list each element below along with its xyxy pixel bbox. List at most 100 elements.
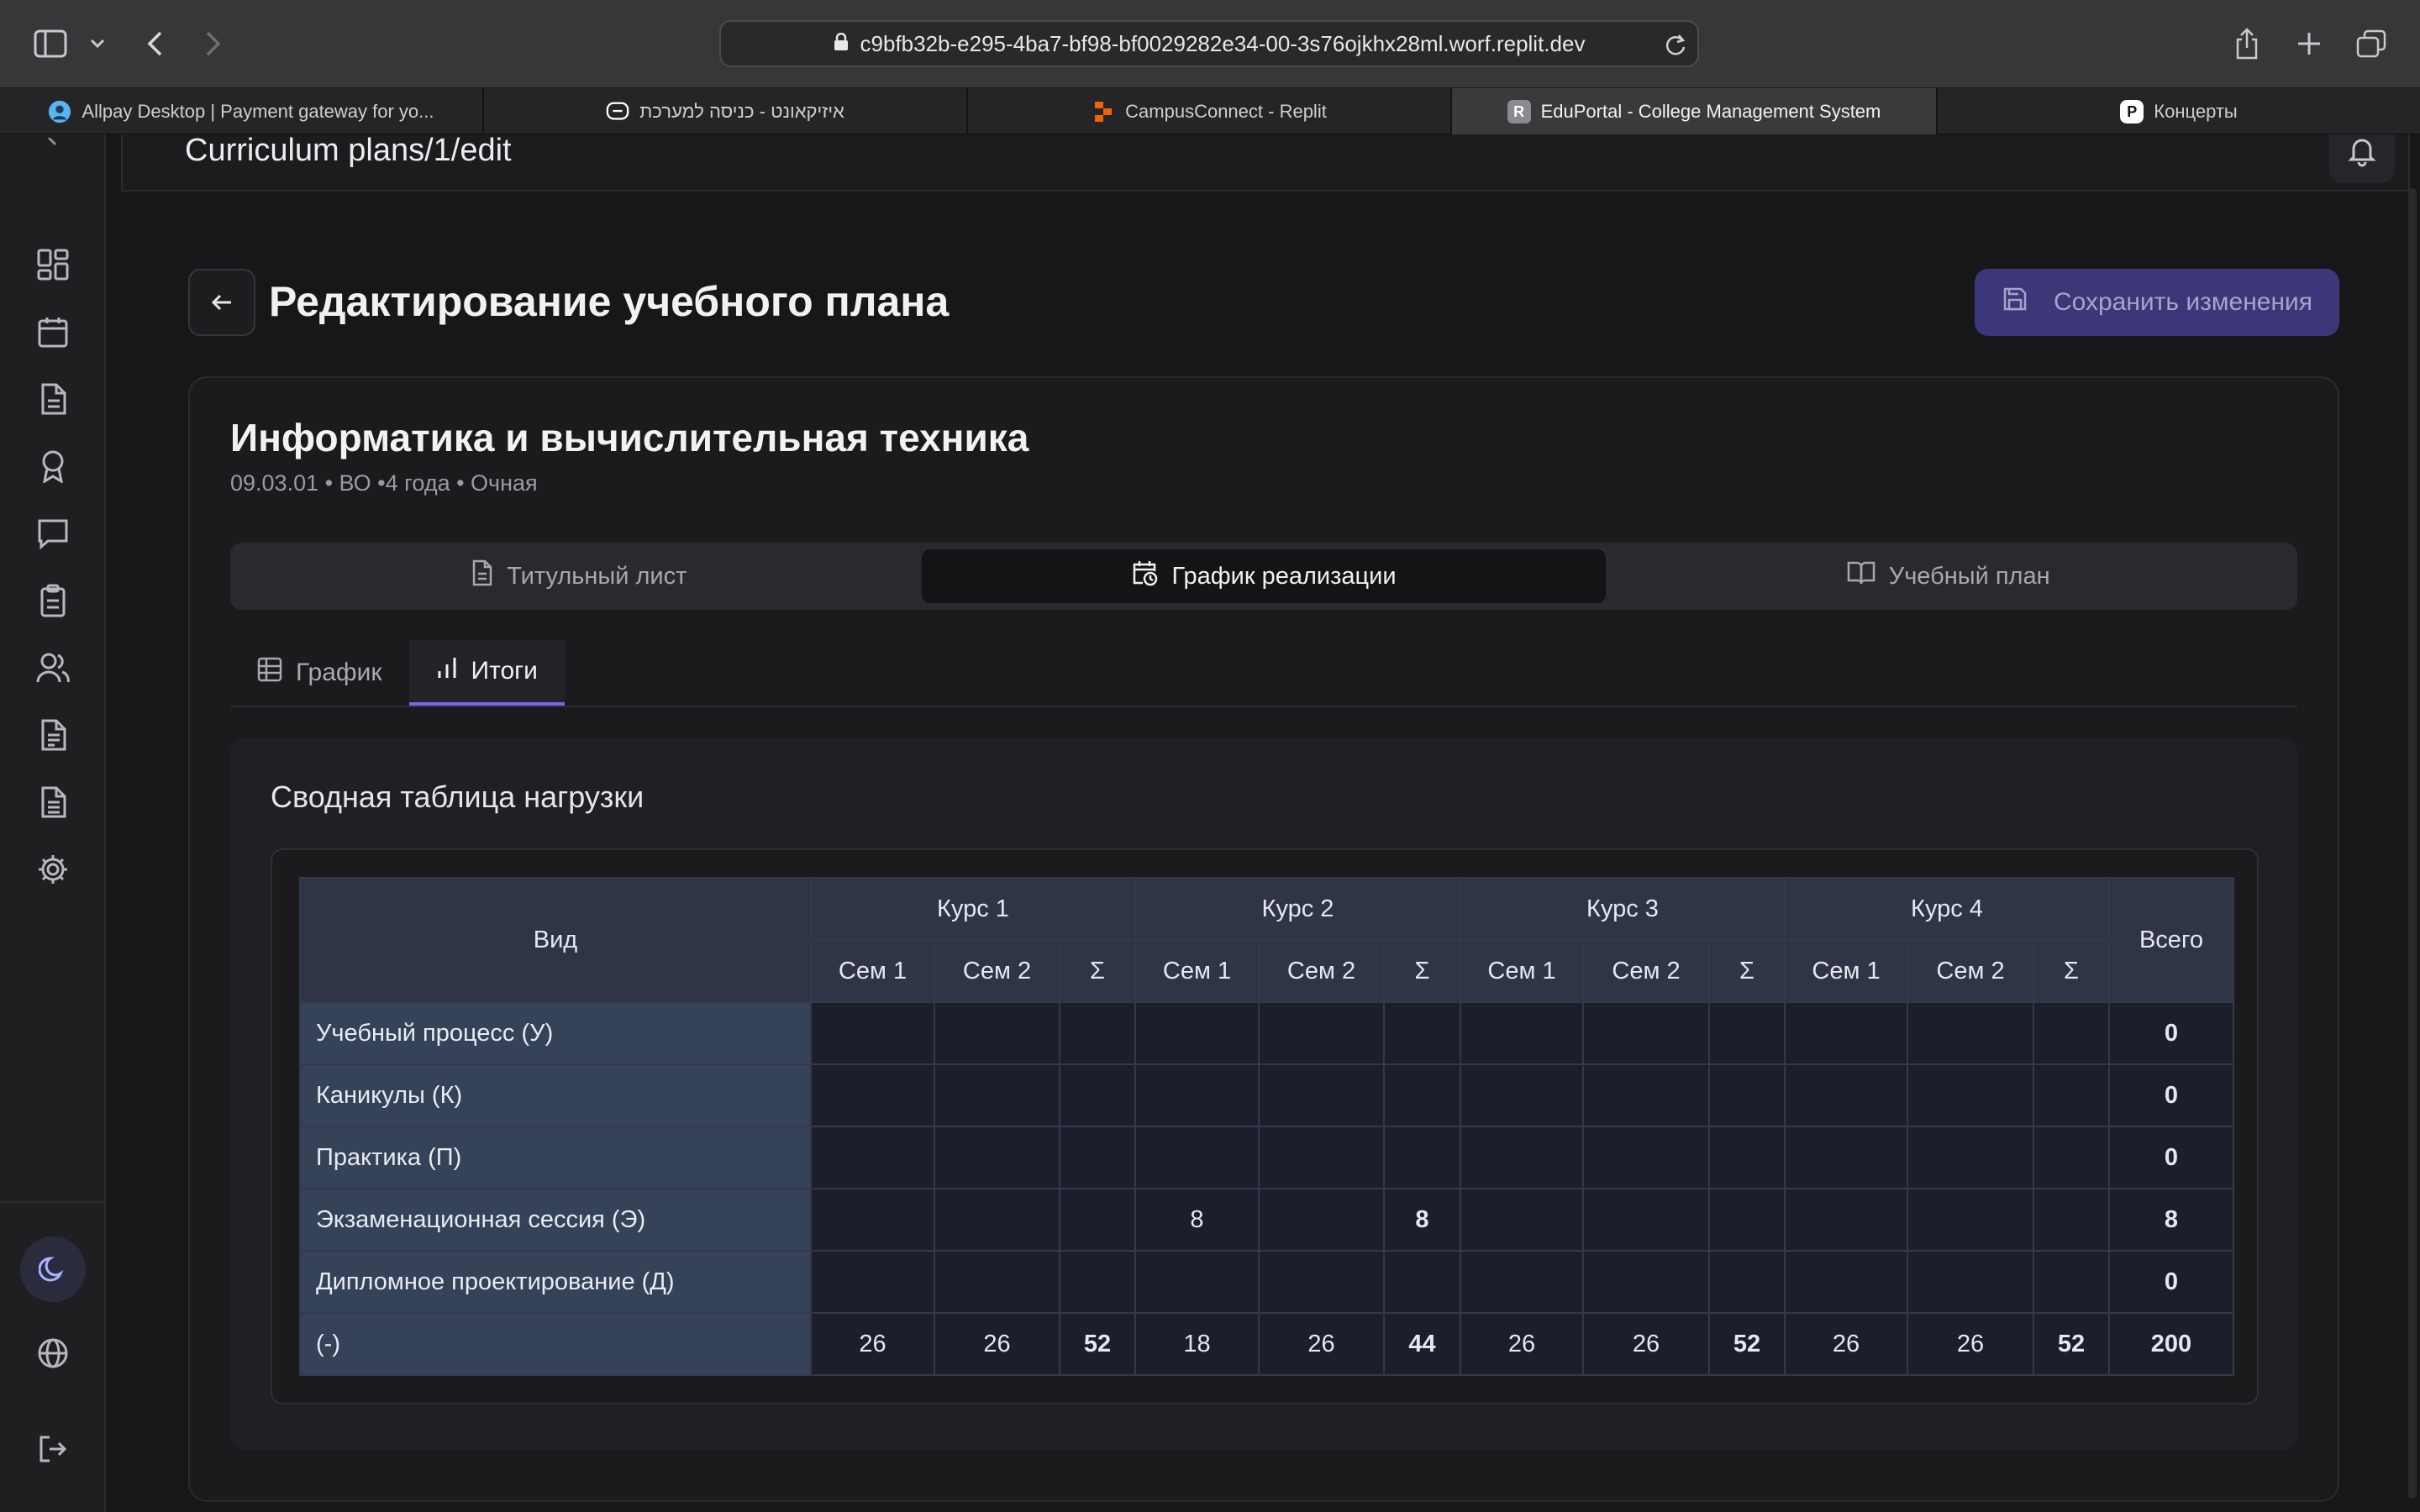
report-icon[interactable]: [32, 714, 74, 756]
reload-icon[interactable]: [1664, 32, 1687, 63]
semester-cell[interactable]: [810, 1001, 935, 1065]
back-button[interactable]: [188, 269, 255, 336]
semester-cell[interactable]: [1134, 1126, 1260, 1189]
browser-tab-concerts[interactable]: P Концерты: [1938, 88, 2420, 135]
semester-cell[interactable]: [810, 1063, 935, 1127]
semester-cell[interactable]: [1907, 1188, 2034, 1252]
course-sum-cell[interactable]: 52: [2033, 1312, 2110, 1376]
semester-cell[interactable]: 18: [1134, 1312, 1260, 1376]
semester-cell[interactable]: [1582, 1188, 1710, 1252]
chat-icon[interactable]: [32, 512, 74, 554]
course-sum-cell[interactable]: [2033, 1250, 2110, 1314]
semester-cell[interactable]: [934, 1126, 1060, 1189]
course-sum-cell[interactable]: [2033, 1063, 2110, 1127]
browser-tab-eduportal[interactable]: R EduPortal - College Management System: [1452, 88, 1938, 135]
course-sum-cell[interactable]: 44: [1383, 1312, 1461, 1376]
semester-cell[interactable]: [1784, 1250, 1908, 1314]
course-sum-cell[interactable]: [1059, 1188, 1136, 1252]
semester-cell[interactable]: [1460, 1001, 1584, 1065]
semester-cell[interactable]: [1460, 1188, 1584, 1252]
semester-cell[interactable]: 26: [1784, 1312, 1908, 1376]
share-icon[interactable]: [2227, 24, 2267, 64]
users-icon[interactable]: [32, 647, 74, 689]
semester-cell[interactable]: [934, 1063, 1060, 1127]
tab-schedule[interactable]: График реализации: [921, 549, 1607, 603]
course-sum-cell[interactable]: [1059, 1001, 1136, 1065]
course-sum-cell[interactable]: [1059, 1250, 1136, 1314]
semester-cell[interactable]: [1460, 1250, 1584, 1314]
semester-cell[interactable]: 26: [1460, 1312, 1584, 1376]
semester-cell[interactable]: [1907, 1063, 2034, 1127]
clipboard-icon[interactable]: [32, 580, 74, 622]
chevron-right-icon[interactable]: [32, 134, 74, 160]
semester-cell[interactable]: [1258, 1063, 1385, 1127]
calendar-icon[interactable]: [32, 311, 74, 353]
chevron-down-icon[interactable]: [77, 24, 118, 64]
semester-cell[interactable]: 26: [934, 1312, 1060, 1376]
course-sum-cell[interactable]: 52: [1708, 1312, 1786, 1376]
semester-cell[interactable]: [1784, 1126, 1908, 1189]
save-button[interactable]: Сохранить изменения: [1975, 269, 2339, 336]
semester-cell[interactable]: [1784, 1063, 1908, 1127]
semester-cell[interactable]: [1134, 1250, 1260, 1314]
course-sum-cell[interactable]: [2033, 1001, 2110, 1065]
semester-cell[interactable]: [1258, 1126, 1385, 1189]
tab-title-page[interactable]: Титульный лист: [237, 549, 922, 603]
course-sum-cell[interactable]: [1708, 1001, 1786, 1065]
sidebar-toggle-icon[interactable]: [30, 24, 71, 64]
semester-cell[interactable]: [934, 1250, 1060, 1314]
semester-cell[interactable]: 8: [1134, 1188, 1260, 1252]
tab-study-plan[interactable]: Учебный план: [1606, 549, 2291, 603]
course-sum-cell[interactable]: [1383, 1001, 1461, 1065]
semester-cell[interactable]: 26: [810, 1312, 935, 1376]
course-sum-cell[interactable]: [1059, 1126, 1136, 1189]
course-sum-cell[interactable]: [1383, 1250, 1461, 1314]
semester-cell[interactable]: [1907, 1250, 2034, 1314]
moon-icon[interactable]: [20, 1236, 86, 1302]
course-sum-cell[interactable]: [1708, 1126, 1786, 1189]
semester-cell[interactable]: [1258, 1001, 1385, 1065]
back-nav-icon[interactable]: [134, 24, 175, 64]
semester-cell[interactable]: [1258, 1188, 1385, 1252]
semester-cell[interactable]: [1582, 1250, 1710, 1314]
course-sum-cell[interactable]: [1708, 1063, 1786, 1127]
dashboard-icon[interactable]: [32, 244, 74, 286]
course-sum-cell[interactable]: 52: [1059, 1312, 1136, 1376]
semester-cell[interactable]: 26: [1258, 1312, 1385, 1376]
document-icon[interactable]: [32, 378, 74, 420]
semester-cell[interactable]: [810, 1250, 935, 1314]
course-sum-cell[interactable]: 8: [1383, 1188, 1461, 1252]
logout-icon[interactable]: [32, 1428, 74, 1470]
semester-cell[interactable]: 26: [1907, 1312, 2034, 1376]
course-sum-cell[interactable]: [2033, 1126, 2110, 1189]
semester-cell[interactable]: [1134, 1063, 1260, 1127]
tab-overview-icon[interactable]: [2351, 24, 2391, 64]
globe-icon[interactable]: [32, 1332, 74, 1374]
semester-cell[interactable]: 26: [1582, 1312, 1710, 1376]
semester-cell[interactable]: [810, 1126, 935, 1189]
course-sum-cell[interactable]: [1059, 1063, 1136, 1127]
semester-cell[interactable]: [1582, 1126, 1710, 1189]
forward-nav-icon[interactable]: [193, 24, 234, 64]
semester-cell[interactable]: [1582, 1063, 1710, 1127]
semester-cell[interactable]: [934, 1001, 1060, 1065]
scrollbar[interactable]: [2408, 188, 2417, 1499]
settings-icon[interactable]: [32, 848, 74, 890]
subtab-chart[interactable]: График: [230, 640, 409, 706]
semester-cell[interactable]: [1460, 1126, 1584, 1189]
course-sum-cell[interactable]: [1383, 1126, 1461, 1189]
award-icon[interactable]: [32, 445, 74, 487]
semester-cell[interactable]: [1460, 1063, 1584, 1127]
course-sum-cell[interactable]: [2033, 1188, 2110, 1252]
browser-tab-easycount[interactable]: איזיקאונט - כניסה למערכת: [484, 88, 968, 135]
semester-cell[interactable]: [1582, 1001, 1710, 1065]
semester-cell[interactable]: [1134, 1001, 1260, 1065]
semester-cell[interactable]: [1784, 1001, 1908, 1065]
semester-cell[interactable]: [1907, 1001, 2034, 1065]
bell-icon[interactable]: [2329, 134, 2395, 183]
semester-cell[interactable]: [1784, 1188, 1908, 1252]
semester-cell[interactable]: [934, 1188, 1060, 1252]
course-sum-cell[interactable]: [1708, 1250, 1786, 1314]
semester-cell[interactable]: [1907, 1126, 2034, 1189]
semester-cell[interactable]: [1258, 1250, 1385, 1314]
